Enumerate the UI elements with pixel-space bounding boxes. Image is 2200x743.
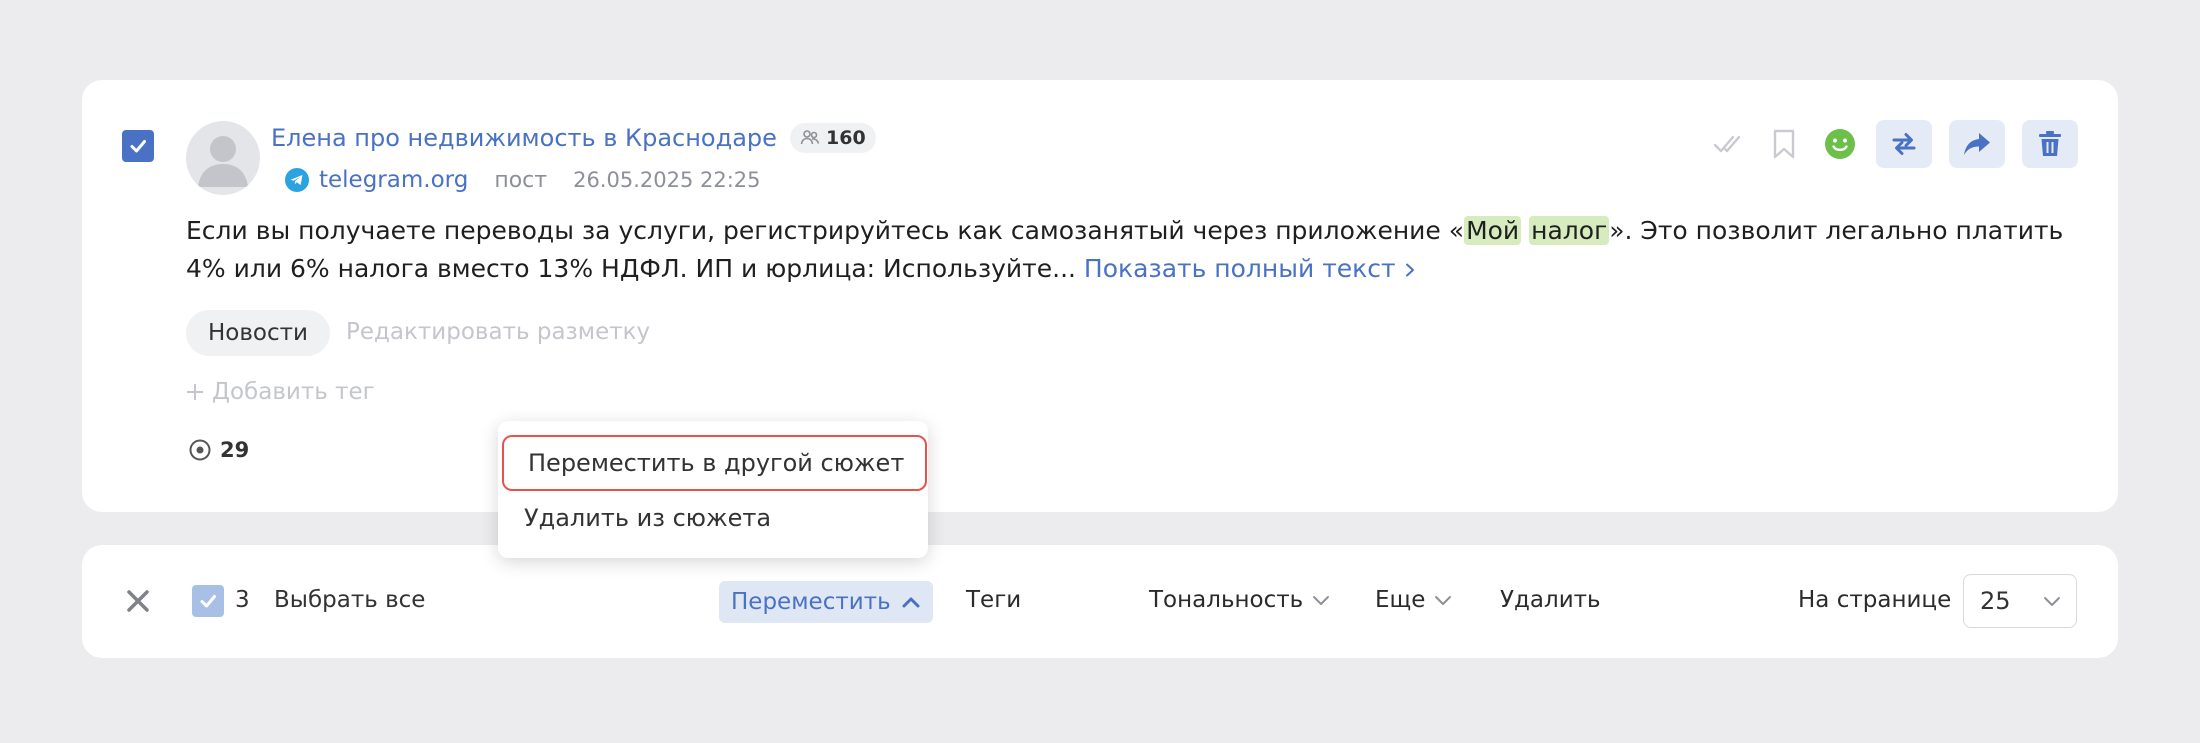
subscribers-badge: 160 xyxy=(790,123,876,153)
eye-icon xyxy=(189,439,211,461)
chevron-down-icon xyxy=(1435,596,1452,605)
swap-icon xyxy=(1892,133,1916,155)
more-dropdown[interactable]: Еще xyxy=(1375,587,1453,613)
show-full-text-label: Показать полный текст xyxy=(1083,254,1396,283)
clear-selection-button[interactable] xyxy=(124,587,152,615)
check-icon xyxy=(130,140,146,153)
share-icon xyxy=(1964,133,1990,155)
menu-item-remove-from-story[interactable]: Удалить из сюжета xyxy=(500,490,926,546)
select-all-button[interactable]: Выбрать все xyxy=(274,587,425,613)
post-card: Елена про недвижимость в Краснодаре 160 … xyxy=(82,80,2118,512)
post-author-link[interactable]: Елена про недвижимость в Краснодаре xyxy=(271,124,777,152)
chevron-down-icon xyxy=(2044,597,2060,606)
tonality-label: Тональность xyxy=(1149,587,1304,613)
chevron-right-icon xyxy=(1405,263,1414,277)
avatar[interactable] xyxy=(186,121,260,195)
more-label: Еще xyxy=(1375,587,1426,613)
move-post-button[interactable] xyxy=(1876,120,1932,168)
mark-read-button[interactable] xyxy=(1709,121,1747,167)
share-button[interactable] xyxy=(1949,120,2005,168)
sentiment-button[interactable] xyxy=(1821,121,1859,167)
per-page-label: На странице xyxy=(1798,587,1952,613)
chevron-up-icon xyxy=(902,597,920,608)
search-highlight: Мой xyxy=(1464,216,1522,245)
views-count: 29 xyxy=(220,438,250,462)
post-text-start: Если вы получаете переводы за услуги, ре… xyxy=(186,216,1465,245)
views-counter: 29 xyxy=(188,438,249,462)
telegram-icon xyxy=(285,168,309,192)
move-menu: Переместить в другой сюжет Удалить из сю… xyxy=(498,421,928,558)
post-source-link[interactable]: telegram.org xyxy=(319,167,468,193)
delete-post-button[interactable] xyxy=(2022,120,2078,168)
edit-markup-link[interactable]: Редактировать разметку xyxy=(346,319,650,345)
post-type: пост xyxy=(494,167,548,193)
move-dropdown-button[interactable]: Переместить xyxy=(719,581,933,623)
plus-icon xyxy=(187,384,203,400)
per-page-value: 25 xyxy=(1980,587,2011,615)
search-highlight: налог xyxy=(1529,216,1610,245)
bulk-action-bar: 3 Выбрать все Переместить Теги Тональнос… xyxy=(82,545,2118,658)
move-label: Переместить xyxy=(731,589,891,615)
bookmark-icon xyxy=(1773,129,1795,159)
user-placeholder-icon xyxy=(198,136,248,187)
post-meta: telegram.org пост 26.05.2025 22:25 xyxy=(285,164,761,196)
delete-button[interactable]: Удалить xyxy=(1500,587,1601,613)
bookmark-button[interactable] xyxy=(1765,121,1803,167)
tags-label: Теги xyxy=(966,587,1022,613)
add-tag-button[interactable]: Добавить тег xyxy=(186,379,375,405)
post-select-checkbox[interactable] xyxy=(122,130,154,162)
tag-chip[interactable]: Новости xyxy=(186,310,330,356)
chevron-down-icon xyxy=(1313,596,1330,605)
check-icon xyxy=(200,595,216,608)
selected-count: 3 xyxy=(235,587,250,613)
menu-item-move-to-another-story[interactable]: Переместить в другой сюжет xyxy=(502,435,927,491)
show-full-text-link[interactable]: Показать полный текст xyxy=(1084,254,1416,283)
trash-icon xyxy=(2039,131,2061,156)
post-actions xyxy=(1709,120,2078,168)
sentiment-positive-icon xyxy=(1825,129,1855,159)
tonality-dropdown[interactable]: Тональность xyxy=(1149,587,1331,613)
delete-label: Удалить xyxy=(1500,587,1601,613)
post-date: 26.05.2025 22:25 xyxy=(573,168,761,192)
subscribers-count: 160 xyxy=(826,127,866,149)
tags-button[interactable]: Теги xyxy=(966,587,1021,613)
double-check-icon xyxy=(1713,135,1741,153)
add-tag-label: Добавить тег xyxy=(212,379,375,405)
audience-icon xyxy=(800,130,820,145)
per-page-select[interactable]: 25 xyxy=(1963,574,2077,628)
close-icon xyxy=(127,590,149,612)
post-text: Если вы получаете переводы за услуги, ре… xyxy=(186,212,2066,288)
select-all-checkbox[interactable] xyxy=(192,585,224,617)
